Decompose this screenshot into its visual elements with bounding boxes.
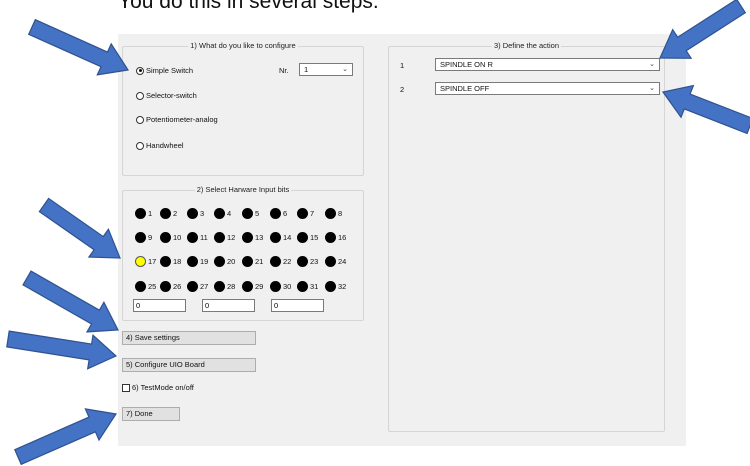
arrow-to-save-settings-icon — [22, 270, 119, 333]
arrow-to-simple-switch-icon — [27, 18, 130, 76]
arrow-to-action-select-2-icon — [661, 84, 750, 135]
arrow-to-action-select-1-icon — [659, 0, 747, 59]
arrow-to-configure-board-icon — [6, 330, 118, 370]
arrow-to-bit-17-icon — [38, 197, 121, 259]
annotation-arrows — [6, 0, 750, 466]
arrow-to-done-icon — [14, 408, 118, 466]
